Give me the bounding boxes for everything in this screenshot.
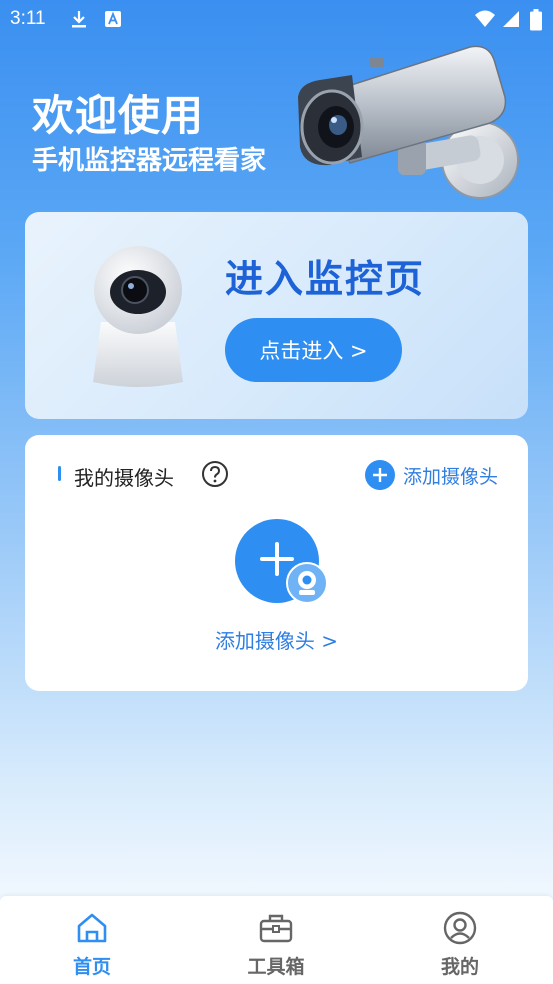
toolbox-icon bbox=[259, 914, 293, 943]
my-cameras-title: 我的摄像头 bbox=[74, 466, 174, 490]
app-notification-icon bbox=[105, 11, 121, 27]
tab-profile-label: 我的 bbox=[440, 956, 479, 978]
plus-circle-icon bbox=[365, 460, 395, 490]
profile-icon bbox=[443, 911, 477, 945]
battery-icon bbox=[530, 9, 542, 31]
bottom-tab-bar: 首页 工具箱 我的 bbox=[0, 896, 553, 984]
monitor-banner[interactable]: 进入监控页 点击进入 > bbox=[25, 212, 528, 419]
my-cameras-card: 我的摄像头 添加摄像头 添加摄像头 > bbox=[25, 435, 528, 691]
signal-icon bbox=[503, 11, 519, 27]
help-icon[interactable] bbox=[201, 460, 229, 488]
add-camera-link-label: 添加摄像头 bbox=[403, 465, 499, 488]
home-icon bbox=[77, 913, 107, 943]
tab-toolbox[interactable]: 工具箱 bbox=[216, 910, 336, 979]
tab-home-label: 首页 bbox=[72, 956, 111, 978]
hero-subtitle: 手机监控器远程看家 bbox=[32, 146, 267, 176]
section-accent-bar bbox=[58, 466, 61, 481]
hero-title: 欢迎使用 bbox=[32, 91, 205, 140]
dome-camera-illustration bbox=[93, 246, 183, 387]
add-camera-icon[interactable] bbox=[235, 519, 329, 613]
status-bar: 3:11 bbox=[0, 0, 553, 38]
security-camera-illustration bbox=[298, 45, 519, 199]
add-camera-link[interactable]: 添加摄像头 bbox=[365, 459, 498, 491]
tab-profile[interactable]: 我的 bbox=[400, 910, 520, 979]
enter-monitor-button[interactable]: 点击进入 > bbox=[225, 318, 402, 382]
tab-home[interactable]: 首页 bbox=[32, 910, 152, 979]
add-camera-empty-link[interactable]: 添加摄像头 > bbox=[25, 625, 528, 654]
wifi-icon bbox=[475, 10, 495, 27]
download-icon bbox=[72, 11, 86, 28]
tab-toolbox-label: 工具箱 bbox=[247, 956, 305, 978]
status-time: 3:11 bbox=[10, 8, 46, 29]
banner-title: 进入监控页 bbox=[225, 257, 426, 301]
